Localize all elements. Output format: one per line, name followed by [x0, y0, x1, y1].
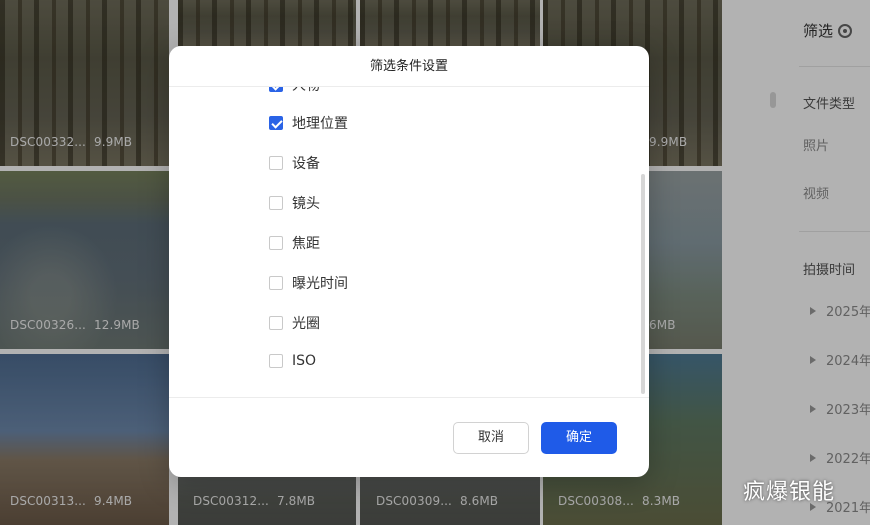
option-lens[interactable]: 镜头	[269, 193, 320, 213]
checkbox[interactable]	[269, 116, 283, 130]
option-location[interactable]: 地理位置	[269, 113, 348, 133]
option-people[interactable]: 人物	[269, 87, 320, 95]
checkbox[interactable]	[269, 196, 283, 210]
checkbox[interactable]	[269, 236, 283, 250]
checkbox[interactable]	[269, 316, 283, 330]
confirm-button[interactable]: 确定	[541, 422, 617, 454]
dialog-option-list: 人物 地理位置 设备 镜头 焦距 曝光时间 光圈 ISO	[169, 87, 649, 397]
checkbox[interactable]	[269, 276, 283, 290]
filter-settings-dialog: 筛选条件设置 人物 地理位置 设备 镜头 焦距 曝光时间 光圈 ISO 取消 确…	[169, 46, 649, 477]
option-device[interactable]: 设备	[269, 153, 320, 173]
option-iso[interactable]: ISO	[269, 353, 316, 369]
checkbox[interactable]	[269, 354, 283, 368]
dialog-scrollbar[interactable]	[641, 174, 645, 394]
option-exposure-time[interactable]: 曝光时间	[269, 273, 348, 293]
watermark: 疯爆银能	[743, 480, 836, 505]
option-aperture[interactable]: 光圈	[269, 313, 320, 333]
checkbox[interactable]	[269, 87, 283, 92]
dialog-title: 筛选条件设置	[169, 46, 649, 87]
dialog-footer: 取消 确定	[169, 397, 649, 477]
cancel-button[interactable]: 取消	[453, 422, 529, 454]
checkbox[interactable]	[269, 156, 283, 170]
option-focal-length[interactable]: 焦距	[269, 233, 320, 253]
